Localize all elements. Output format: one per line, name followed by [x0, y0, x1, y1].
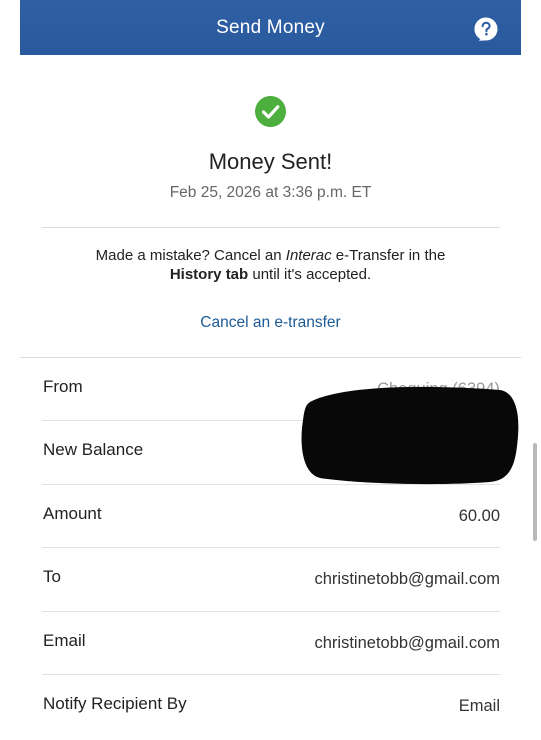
- detail-label: Email: [43, 630, 86, 650]
- detail-value: Email: [458, 696, 500, 715]
- cancel-etransfer-link[interactable]: Cancel an e-transfer: [0, 314, 541, 332]
- cancel-notice: Made a mistake? Cancel an Interac e-Tran…: [0, 246, 541, 284]
- detail-value: 60.00: [458, 506, 500, 525]
- success-check: [255, 96, 286, 127]
- detail-label: Amount: [43, 503, 102, 523]
- detail-label: From: [43, 377, 83, 396]
- detail-value: christinetobb@gmail.com: [314, 633, 501, 652]
- check-circle-icon: [255, 96, 286, 127]
- notice-history-tab: History tab: [169, 266, 249, 283]
- status-timestamp: Feb 25, 2026 at 3:36 p.m. ET: [169, 184, 372, 201]
- scrollbar[interactable]: [533, 443, 537, 541]
- header-title: Send Money: [216, 16, 325, 38]
- detail-row-amount: Amount 60.00: [42, 485, 500, 549]
- detail-label: To: [43, 567, 61, 587]
- notice-interac: Interac: [285, 247, 332, 264]
- detail-label: Notify Recipient By: [43, 693, 187, 713]
- app-header: Send Money: [20, 0, 521, 55]
- notice-text-3: until it's accepted.: [248, 266, 372, 283]
- notice-text-1: Made a mistake? Cancel an: [95, 247, 286, 264]
- notice-text-2: e-Transfer in the: [331, 247, 446, 264]
- detail-row-notify: Notify Recipient By Email: [42, 675, 500, 738]
- detail-label: New Balance: [43, 440, 144, 460]
- redaction-mark: [300, 380, 522, 486]
- question-bubble-icon: [474, 17, 498, 41]
- detail-row-to: To christinetobb@gmail.com: [42, 548, 501, 612]
- help-button[interactable]: [473, 16, 499, 42]
- status-title: Money Sent!: [208, 149, 333, 174]
- detail-value: christinetobb@gmail.com: [314, 570, 501, 589]
- detail-row-email: Email christinetobb@gmail.com: [42, 612, 500, 675]
- divider: [42, 227, 500, 228]
